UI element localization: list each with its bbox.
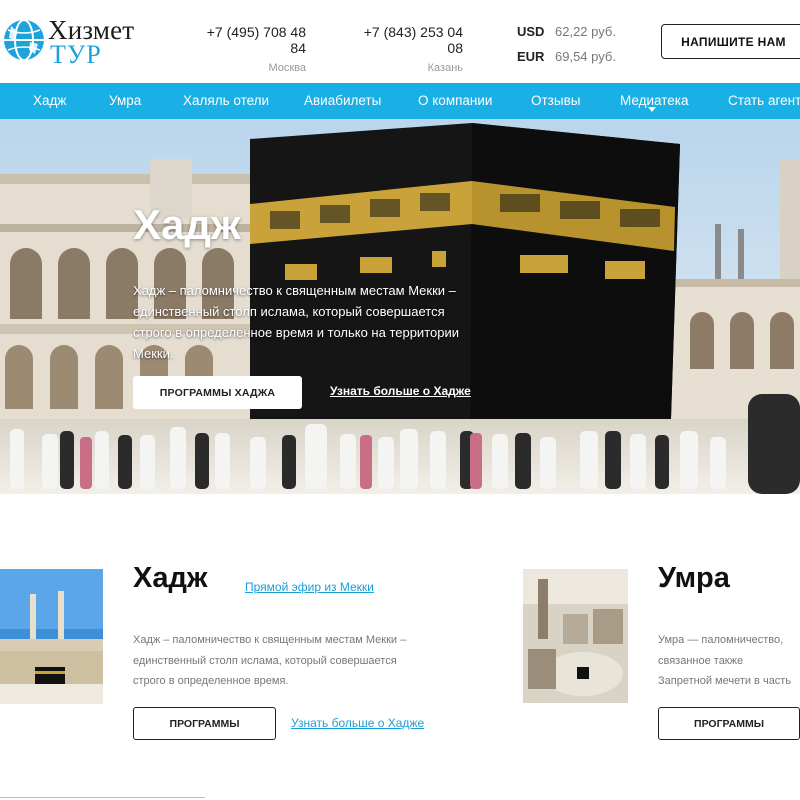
rate-eur: EUR 69,54 руб. <box>517 44 616 69</box>
phone-number[interactable]: +7 (495) 708 48 84 <box>196 24 306 56</box>
logo-subtitle: ТУР <box>50 40 102 69</box>
write-us-button[interactable]: НАПИШИТЕ НАМ <box>661 24 800 59</box>
chevron-down-icon <box>648 107 656 112</box>
phone-kazan[interactable]: +7 (843) 253 04 08 Казань <box>355 24 463 74</box>
globe-logo-icon <box>4 19 44 61</box>
nav-item-flights[interactable]: Авиабилеты <box>304 83 381 119</box>
learn-more-hajj-link[interactable]: Узнать больше о Хадже <box>330 384 471 398</box>
nav-item-become-agent[interactable]: Стать агентом <box>728 83 800 119</box>
nav-item-label: Медиатека <box>620 93 689 108</box>
umrah-thumbnail <box>523 569 628 703</box>
hero-title: Хадж <box>133 201 241 248</box>
nav-item-umrah[interactable]: Умра <box>109 83 141 119</box>
learn-more-hajj-card-link[interactable]: Узнать больше о Хадже <box>291 716 424 730</box>
nav-item-about[interactable]: О компании <box>418 83 492 119</box>
nav-item-hajj[interactable]: Хадж <box>33 83 66 119</box>
main-nav: Хадж Умра Халяль отели Авиабилеты О комп… <box>0 83 800 119</box>
hajj-programs-card-button[interactable]: ПРОГРАММЫ <box>133 707 276 740</box>
hajj-card-title: Хадж <box>133 562 208 594</box>
umrah-card-title: Умра <box>658 562 730 594</box>
header: Хизмет ТУР +7 (495) 708 48 84 Москва +7 … <box>0 0 800 83</box>
nav-item-halal-hotels[interactable]: Халяль отели <box>183 83 269 119</box>
rate-value: 62,22 руб. <box>555 24 616 39</box>
hajj-card-description: Хадж – паломничество к священным местам … <box>133 634 407 687</box>
rate-usd: USD 62,22 руб. <box>517 19 616 44</box>
hajj-card-image[interactable] <box>0 569 103 704</box>
nav-item-media[interactable]: Медиатека <box>620 83 689 119</box>
nav-item-reviews[interactable]: Отзывы <box>531 83 580 119</box>
umrah-card-image[interactable] <box>523 569 628 703</box>
phone-city: Казань <box>427 62 463 74</box>
rate-value: 69,54 руб. <box>555 49 616 64</box>
page: Хизмет ТУР +7 (495) 708 48 84 Москва +7 … <box>0 0 800 800</box>
live-from-mecca-link[interactable]: Прямой эфир из Мекки <box>245 580 374 594</box>
hero-banner: Хадж Хадж – паломничество к священным ме… <box>0 119 800 494</box>
umrah-card-description: Умра — паломничество, связанное также За… <box>658 634 792 687</box>
hero-description: Хадж – паломничество к священным местам … <box>133 283 459 361</box>
rate-code: USD <box>517 24 545 39</box>
currency-rates: USD 62,22 руб. EUR 69,54 руб. <box>517 19 616 69</box>
rate-code: EUR <box>517 49 545 64</box>
hajj-thumbnail <box>0 569 103 704</box>
logo[interactable]: Хизмет ТУР <box>0 12 150 69</box>
hajj-programs-button[interactable]: ПРОГРАММЫ ХАДЖА <box>133 376 302 409</box>
divider <box>0 797 205 798</box>
umrah-programs-card-button[interactable]: ПРОГРАММЫ <box>658 707 800 740</box>
phone-number[interactable]: +7 (843) 253 04 08 <box>355 24 463 56</box>
phone-moscow[interactable]: +7 (495) 708 48 84 Москва <box>196 24 306 74</box>
phone-city: Москва <box>268 62 306 74</box>
